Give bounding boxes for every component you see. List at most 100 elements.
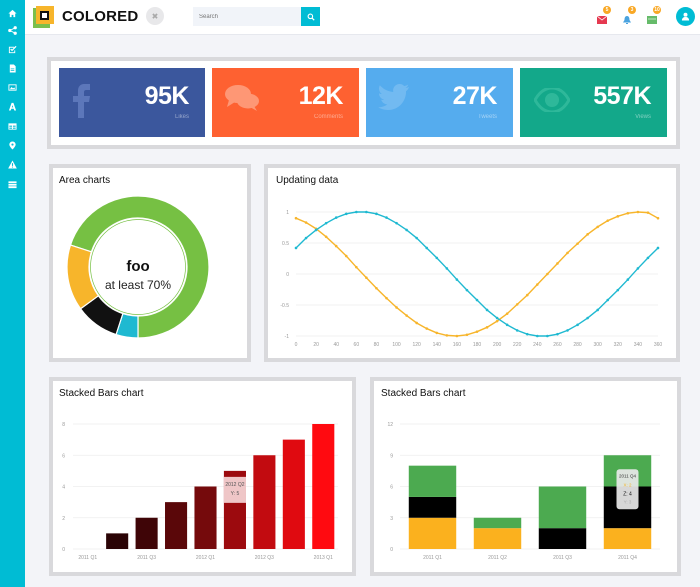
notification-mail[interactable]: 5 [596, 6, 611, 24]
x-tick-label: 0 [295, 342, 298, 348]
area-charts-panel: Area charts foo at least 70% [49, 164, 251, 362]
notification-calendar[interactable]: 10 [647, 6, 661, 24]
y-tick-label: 6 [390, 485, 393, 491]
data-point-sine [596, 308, 599, 312]
image-icon[interactable] [6, 81, 19, 94]
data-point-cosine [556, 262, 559, 265]
x-tick-label: 2011 Q3 [553, 555, 572, 561]
document-icon[interactable] [6, 62, 19, 75]
data-point-sine [415, 236, 418, 240]
data-point-cosine [304, 221, 308, 224]
data-point-sine [425, 246, 429, 250]
search-button[interactable] [301, 7, 320, 26]
table-icon[interactable] [6, 120, 19, 133]
x-tick-label: 120 [412, 342, 421, 348]
x-tick-label: 280 [573, 342, 582, 348]
data-point-sine [385, 216, 388, 219]
user-avatar[interactable] [676, 7, 695, 26]
data-point-cosine [385, 296, 388, 300]
warning-icon[interactable] [6, 158, 19, 171]
bar [165, 502, 188, 549]
stat-value: 95K [144, 82, 190, 110]
data-point-sine [334, 216, 338, 219]
list-icon[interactable] [6, 178, 19, 191]
data-point-cosine [425, 327, 429, 330]
y-tick-label: 1 [286, 210, 289, 216]
donut-chart: foo at least 70% [66, 195, 210, 339]
y-tick-label: 4 [62, 485, 65, 491]
data-point-cosine [395, 306, 398, 309]
data-point-cosine [626, 211, 630, 215]
data-point-sine [465, 288, 469, 292]
x-tick-label: 2012 Q1 [196, 555, 215, 561]
comments-icon [224, 84, 260, 117]
data-point-cosine [606, 219, 610, 222]
tooltip-category: 2012 Q2 [225, 482, 244, 488]
y-tick-label: 12 [387, 422, 393, 428]
data-point-sine [626, 278, 630, 281]
y-tick-label: 0 [62, 547, 65, 553]
x-tick-label: 2011 Q1 [78, 555, 97, 561]
data-point-sine [294, 246, 298, 250]
data-point-cosine [636, 210, 640, 214]
data-point-sine [355, 210, 358, 214]
stat-value: 27K [452, 82, 498, 110]
data-point-sine [395, 221, 398, 225]
y-tick-label: 0.5 [282, 241, 289, 247]
stat-tile-likes: 95K Likes [59, 68, 205, 137]
tooltip-line: X: 2 [623, 482, 632, 487]
tooltip-category: 2011 Q4 [619, 473, 636, 478]
x-tick-label: 2012 Q3 [255, 555, 274, 561]
checkbox-icon[interactable] [6, 43, 19, 56]
y-tick-label: -1 [285, 334, 290, 340]
y-tick-label: 0 [286, 272, 289, 278]
data-point-sine [314, 228, 318, 232]
stacked-bar-segment-Y [473, 517, 522, 529]
search-input[interactable] [193, 7, 301, 26]
tooltip-line: Z: 4 [623, 491, 632, 497]
donut-center-sublabel: at least 70% [105, 278, 171, 292]
bell-icon [623, 16, 631, 24]
mail-icon [596, 15, 608, 24]
stacked-bars-panel-1: Stacked Bars chart 0 2 4 6 8 2011 Q1 2011 Q3 20… [49, 377, 356, 576]
data-point-sine [405, 228, 408, 232]
map-marker-icon[interactable] [6, 139, 19, 152]
x-tick-label: 20 [313, 342, 319, 348]
data-point-sine [375, 212, 378, 216]
data-point-cosine [515, 303, 519, 306]
bar-chart-2: 0 3 6 9 12 2011 Q1 2011 Q2 2011 Q3 2011 Q4 2011 Q… [387, 422, 660, 561]
y-tick-label: 0 [390, 547, 393, 553]
data-point-sine [546, 334, 549, 338]
y-tick-label: 9 [390, 453, 393, 459]
y-tick-label: 6 [62, 453, 65, 459]
font-icon[interactable] [6, 100, 19, 113]
data-point-cosine [355, 265, 358, 269]
stacked-bar-segment-X [473, 528, 522, 549]
x-tick-label: 2011 Q1 [423, 555, 442, 561]
data-point-sine [656, 246, 660, 250]
data-point-cosine [344, 254, 348, 258]
home-icon[interactable] [6, 7, 19, 20]
x-tick-label: 80 [374, 342, 380, 348]
notification-badge: 10 [653, 6, 661, 14]
bar [135, 517, 158, 549]
data-point-cosine [455, 334, 459, 338]
x-tick-label: 60 [354, 342, 360, 348]
x-tick-label: 360 [654, 342, 663, 348]
sidebar-toggle-button[interactable]: ✖ [146, 7, 164, 25]
x-tick-label: 240 [533, 342, 542, 348]
top-bar: COLORED ✖ 5 3 10 [25, 0, 700, 35]
data-point-cosine [294, 216, 298, 220]
x-tick-label: 2011 Q3 [137, 555, 156, 561]
data-point-cosine [375, 286, 378, 290]
bar [312, 424, 335, 549]
share-icon[interactable] [6, 24, 19, 37]
sidebar [0, 0, 25, 587]
data-point-cosine [405, 314, 408, 317]
data-point-cosine [435, 331, 439, 335]
tooltip-box [223, 476, 246, 503]
stat-label: Likes [174, 114, 189, 120]
notification-bell[interactable]: 3 [622, 6, 636, 24]
x-tick-label: 340 [634, 342, 643, 348]
data-point-sine [304, 236, 308, 240]
